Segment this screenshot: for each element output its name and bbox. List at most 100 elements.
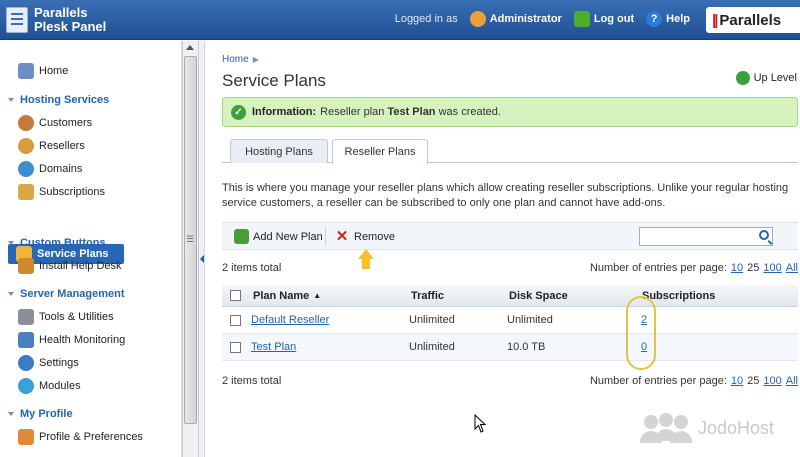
sidebar-item-label: Profile & Preferences <box>39 431 143 443</box>
pointer-arrow-icon <box>358 249 374 271</box>
entries-per-page-bottom: Number of entries per page: 10 25 100 Al… <box>590 375 798 387</box>
grip-icon: ☰ <box>186 234 195 244</box>
up-level-icon <box>735 71 750 85</box>
sidebar-item-label: Tools & Utilities <box>39 311 114 323</box>
scroll-up-icon[interactable] <box>186 45 194 50</box>
disk-space-value: 10.0 TB <box>507 341 546 353</box>
sidebar-section-my-profile[interactable]: My Profile <box>8 408 73 420</box>
search-icon[interactable] <box>759 230 769 240</box>
logout-link[interactable]: Log out <box>573 11 635 27</box>
plan-name-link[interactable]: Default Reseller <box>251 307 329 333</box>
sidebar-item-tools-utilities[interactable]: Tools & Utilities <box>18 309 114 325</box>
sidebar-item-modules[interactable]: Modules <box>18 378 81 394</box>
help-link[interactable]: ? Help <box>646 11 690 27</box>
customer-icon <box>18 115 34 131</box>
tab-hosting-plans[interactable]: Hosting Plans <box>230 139 328 163</box>
sidebar-item-profile-preferences[interactable]: Profile & Preferences <box>18 429 143 445</box>
collapse-arrow-icon <box>8 412 14 416</box>
sidebar-item-install-help-desk[interactable]: Install Help Desk <box>18 258 122 274</box>
entries-option-100[interactable]: 100 <box>763 375 781 387</box>
collapse-arrow-icon <box>8 292 14 296</box>
sidebar-item-resellers[interactable]: Resellers <box>18 138 85 154</box>
page-description: This is where you manage your reseller p… <box>222 182 789 209</box>
sidebar-item-home[interactable]: Home <box>18 63 68 79</box>
row-checkbox[interactable] <box>230 341 241 353</box>
app-logo[interactable]: Parallels Plesk Panel <box>6 5 146 35</box>
collapse-left-icon <box>200 255 204 263</box>
sidebar-item-label: Home <box>39 65 69 77</box>
remove-button[interactable]: ✕ Remove <box>334 229 395 245</box>
row-checkbox[interactable] <box>230 314 241 326</box>
app-title-line1: Parallels <box>34 5 88 20</box>
sidebar-item-settings[interactable]: Settings <box>18 355 79 371</box>
sidebar-section-server-management[interactable]: Server Management <box>8 288 125 300</box>
home-icon <box>18 63 34 79</box>
sidebar-item-subscriptions[interactable]: Subscriptions <box>18 184 105 200</box>
plan-tabs: Hosting Plans Reseller Plans <box>222 139 798 164</box>
domains-icon <box>18 161 34 177</box>
highlight-ring <box>626 296 656 370</box>
entries-option-10[interactable]: 10 <box>731 375 743 387</box>
breadcrumb-home[interactable]: Home <box>222 54 249 65</box>
modules-icon <box>18 378 34 394</box>
sidebar-scrollbar[interactable]: ☰ <box>182 41 199 457</box>
user-link[interactable]: Administrator <box>469 11 562 27</box>
sidebar-item-label: Health Monitoring <box>39 334 126 346</box>
table-row: Test Plan Unlimited 10.0 TB 0 <box>222 334 798 361</box>
sidebar: Home Hosting Services Customers Reseller… <box>0 41 182 457</box>
info-plan-name: Test Plan <box>387 106 436 118</box>
sidebar-item-label: Install Help Desk <box>39 260 122 272</box>
sidebar-item-customers[interactable]: Customers <box>18 115 92 131</box>
sidebar-section-custom-buttons[interactable]: Custom Buttons <box>8 237 106 249</box>
tab-reseller-plans[interactable]: Reseller Plans <box>332 139 428 164</box>
up-level-label: Up Level <box>753 72 797 84</box>
sidebar-section-label: My Profile <box>20 408 73 420</box>
entries-option-100[interactable]: 100 <box>763 262 781 274</box>
sidebar-item-health-monitoring[interactable]: Health Monitoring <box>18 332 125 348</box>
remove-label: Remove <box>354 231 395 243</box>
sidebar-section-label: Custom Buttons <box>20 237 106 249</box>
add-new-plan-label: Add New Plan <box>253 230 323 243</box>
reseller-icon <box>18 138 34 154</box>
sidebar-item-label: Settings <box>39 357 79 369</box>
sidebar-item-domains[interactable]: Domains <box>18 161 82 177</box>
column-traffic[interactable]: Traffic <box>411 285 444 306</box>
add-new-plan-button[interactable]: Add New Plan <box>234 229 323 244</box>
checkmark-icon: ✓ <box>231 104 246 120</box>
sidebar-section-hosting-services[interactable]: Hosting Services <box>8 94 109 106</box>
column-disk-space[interactable]: Disk Space <box>509 285 568 306</box>
search-input[interactable] <box>639 227 773 246</box>
toolbar-separator <box>325 228 326 245</box>
select-all-checkbox[interactable] <box>230 290 241 301</box>
traffic-value: Unlimited <box>409 341 455 353</box>
up-level-link[interactable]: Up Level <box>735 71 797 85</box>
info-label: Information: <box>252 106 317 118</box>
entries-option-10[interactable]: 10 <box>731 262 743 274</box>
logout-icon <box>573 11 590 27</box>
profile-icon <box>18 429 34 445</box>
column-plan-name[interactable]: Plan Name ▲ <box>253 285 321 306</box>
settings-icon <box>18 355 34 371</box>
sidebar-item-label: Domains <box>39 163 83 175</box>
sort-asc-icon: ▲ <box>313 291 322 300</box>
breadcrumb[interactable]: Home ▶ <box>222 54 259 65</box>
help-icon: ? <box>646 11 663 27</box>
sidebar-collapse-handle[interactable] <box>199 41 205 457</box>
entries-option-25: 25 <box>747 262 760 274</box>
plan-name-link[interactable]: Test Plan <box>251 334 296 360</box>
table-row: Default Reseller Unlimited Unlimited 2 <box>222 307 798 334</box>
entries-option-25: 25 <box>747 375 760 387</box>
watermark: JodoHost <box>640 413 774 443</box>
sidebar-item-label: Modules <box>39 380 81 392</box>
page-title: Service Plans <box>222 71 326 90</box>
entries-per-page-top: Number of entries per page: 10 25 100 Al… <box>590 262 798 274</box>
entries-option-all[interactable]: All <box>786 375 798 387</box>
entries-option-all[interactable]: All <box>786 262 798 274</box>
top-links: Logged in as Administrator Log out ? Hel… <box>395 11 690 27</box>
items-total-bottom: 2 items total <box>222 375 282 387</box>
parallels-brand: || Parallels <box>706 7 800 33</box>
sidebar-item-label: Customers <box>39 117 93 129</box>
parallels-bars-icon: || <box>712 11 719 29</box>
brand-label: Parallels <box>719 11 782 29</box>
logout-label: Log out <box>593 13 635 25</box>
